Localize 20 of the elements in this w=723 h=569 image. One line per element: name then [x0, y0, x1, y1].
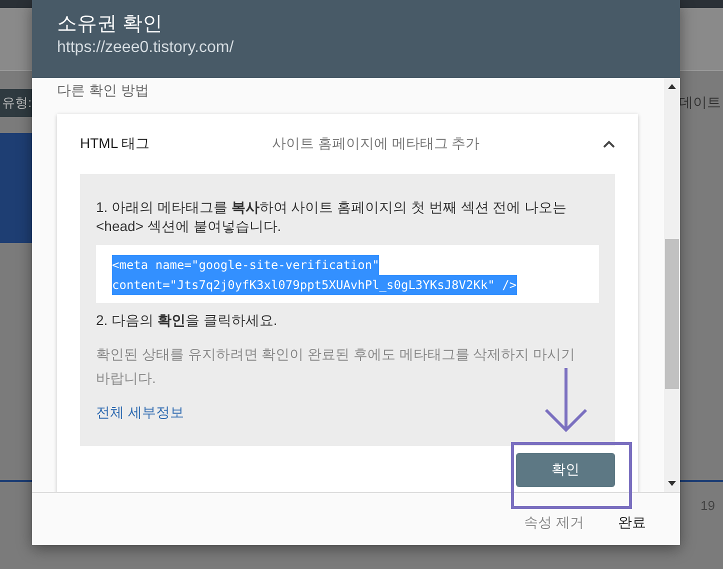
scroll-down-icon[interactable]: [668, 481, 676, 486]
dialog-title: 소유권 확인: [57, 12, 164, 37]
verify-button[interactable]: 확인: [516, 453, 615, 487]
scrollbar-thumb[interactable]: [665, 239, 679, 389]
step-text: 1. 아래의 메타태그를 복사하여 사이트 홈페이지의 첫 번째 섹션 전에 나오는 <head> 섹션에 붙여넣습니다.: [96, 198, 568, 236]
site-url: https://zeee0.tistory.com/: [57, 39, 235, 57]
section-label: 다른 확인 방법: [57, 82, 150, 100]
method-description: 사이트 홈페이지에 메타태그 추가: [272, 135, 481, 153]
scroll-up-icon[interactable]: [668, 84, 676, 89]
remove-property-button[interactable]: 속성 제거: [524, 514, 584, 532]
column-label: 데이트: [679, 94, 722, 112]
method-header[interactable]: HTML 태그 사이트 홈페이지에 메타태그 추가: [80, 114, 615, 174]
chevron-up-icon[interactable]: [603, 140, 615, 148]
done-button[interactable]: 완료: [618, 514, 646, 532]
axis-label: 19: [700, 498, 715, 513]
details-link[interactable]: 전체 세부정보: [96, 404, 184, 422]
step-text: 2. 다음의 확인을 클릭하세요.: [96, 311, 278, 330]
note-text: 확인된 상태를 유지하려면 확인이 완료된 후에도 메타태그를 삭제하지 마시기 바랍니다.: [96, 345, 576, 388]
scrollbar[interactable]: [664, 78, 680, 492]
method-name: HTML 태그: [80, 135, 150, 153]
